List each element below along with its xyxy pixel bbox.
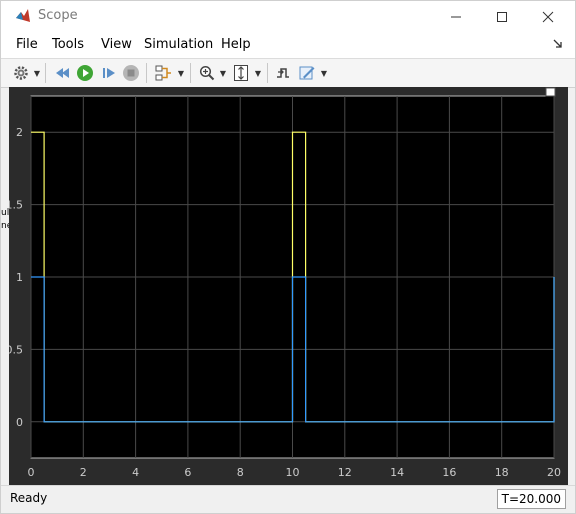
settings-dropdown[interactable]: ▼ <box>33 63 41 83</box>
y-tick-label: 1.5 <box>9 199 23 212</box>
menu-view[interactable]: View <box>101 37 132 52</box>
settings-gear-icon <box>14 66 28 80</box>
minimize-button[interactable] <box>433 1 479 32</box>
x-tick-label: 4 <box>132 466 139 479</box>
menu-tools[interactable]: Tools <box>52 37 84 52</box>
x-tick-label: 6 <box>184 466 191 479</box>
step-forward-icon <box>103 68 115 78</box>
run-button[interactable] <box>75 63 95 83</box>
zoom-in-icon <box>199 65 215 81</box>
x-tick-label: 10 <box>286 466 300 479</box>
x-tick-label: 20 <box>547 466 561 479</box>
status-text: Ready <box>10 491 48 505</box>
close-icon <box>542 11 554 22</box>
toolbar: ▼ ▼ ▼ ▼ ▼ <box>1 58 575 88</box>
signal-select-icon <box>155 65 171 81</box>
toolbar-separator <box>45 63 46 83</box>
toolbar-separator <box>146 63 147 83</box>
triggers-icon <box>277 68 289 78</box>
simulation-time: T=20.000 <box>496 489 566 509</box>
menu-simulation[interactable]: Simulation <box>144 37 213 52</box>
menu-help[interactable]: Help <box>221 37 251 52</box>
x-tick-label: 16 <box>442 466 456 479</box>
title-bar[interactable]: Scope <box>1 1 575 32</box>
menu-bar: File Tools View Simulation Help <box>1 32 575 58</box>
stop-icon <box>123 65 139 81</box>
run-icon <box>77 65 93 81</box>
scope-window: Scope File Tools View Simulation Help ▼ <box>0 0 576 514</box>
step-back-button[interactable] <box>53 63 73 83</box>
y-tick-label: 0.5 <box>9 343 23 356</box>
x-tick-label: 18 <box>495 466 509 479</box>
step-back-icon <box>56 68 69 78</box>
y-tick-label: 2 <box>16 126 23 139</box>
x-tick-label: 0 <box>28 466 35 479</box>
close-button[interactable] <box>525 1 571 32</box>
minimize-icon <box>451 16 461 17</box>
matlab-logo-icon <box>16 9 30 22</box>
signal-select-button[interactable] <box>153 63 173 83</box>
scope-plot[interactable]: 0 2 4 6 8 10 12 14 16 18 20 0 0.5 1 1.5 2 <box>9 87 568 485</box>
scale-axes-button[interactable] <box>231 63 251 83</box>
settings-button[interactable] <box>11 63 31 83</box>
scale-axes-dropdown[interactable]: ▼ <box>254 63 262 83</box>
step-forward-button[interactable] <box>99 63 119 83</box>
background-text-fragment: ul <box>1 208 10 218</box>
zoom-in-button[interactable] <box>197 63 217 83</box>
stop-button[interactable] <box>121 63 141 83</box>
y-tick-label: 0 <box>16 416 23 429</box>
style-dropdown[interactable]: ▼ <box>320 63 328 83</box>
signal-select-dropdown[interactable]: ▼ <box>177 63 185 83</box>
y-tick-label: 1 <box>16 271 23 284</box>
toolbar-separator <box>267 63 268 83</box>
undock-axes-icon[interactable] <box>545 87 556 97</box>
style-button[interactable] <box>297 63 317 83</box>
triggers-button[interactable] <box>273 63 293 83</box>
menu-file[interactable]: File <box>16 37 38 52</box>
toolbar-separator <box>190 63 191 83</box>
scope-plot-panel[interactable]: 0 2 4 6 8 10 12 14 16 18 20 0 0.5 1 1.5 2 <box>9 87 568 485</box>
x-tick-label: 8 <box>237 466 244 479</box>
dock-arrow-icon[interactable] <box>553 39 563 49</box>
x-tick-label: 12 <box>338 466 352 479</box>
status-bar: Ready T=20.000 <box>1 485 575 512</box>
x-tick-label: 2 <box>80 466 87 479</box>
maximize-button[interactable] <box>479 1 525 32</box>
x-tick-label: 14 <box>390 466 404 479</box>
zoom-dropdown[interactable]: ▼ <box>219 63 227 83</box>
window-title: Scope <box>38 8 78 23</box>
scale-axes-icon <box>234 65 248 81</box>
maximize-icon <box>497 11 507 22</box>
style-icon <box>299 66 315 80</box>
